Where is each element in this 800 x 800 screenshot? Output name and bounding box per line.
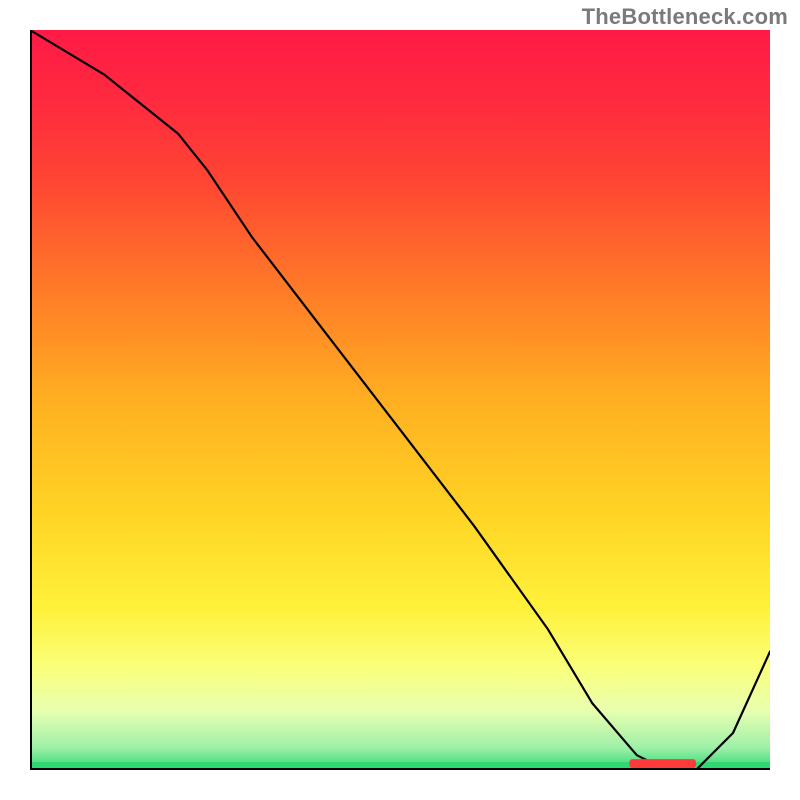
watermark-text: TheBottleneck.com	[582, 4, 788, 30]
minimum-marker	[629, 759, 696, 768]
chart-container: TheBottleneck.com	[0, 0, 800, 800]
plot-background	[30, 30, 770, 770]
plot-svg	[30, 30, 770, 770]
